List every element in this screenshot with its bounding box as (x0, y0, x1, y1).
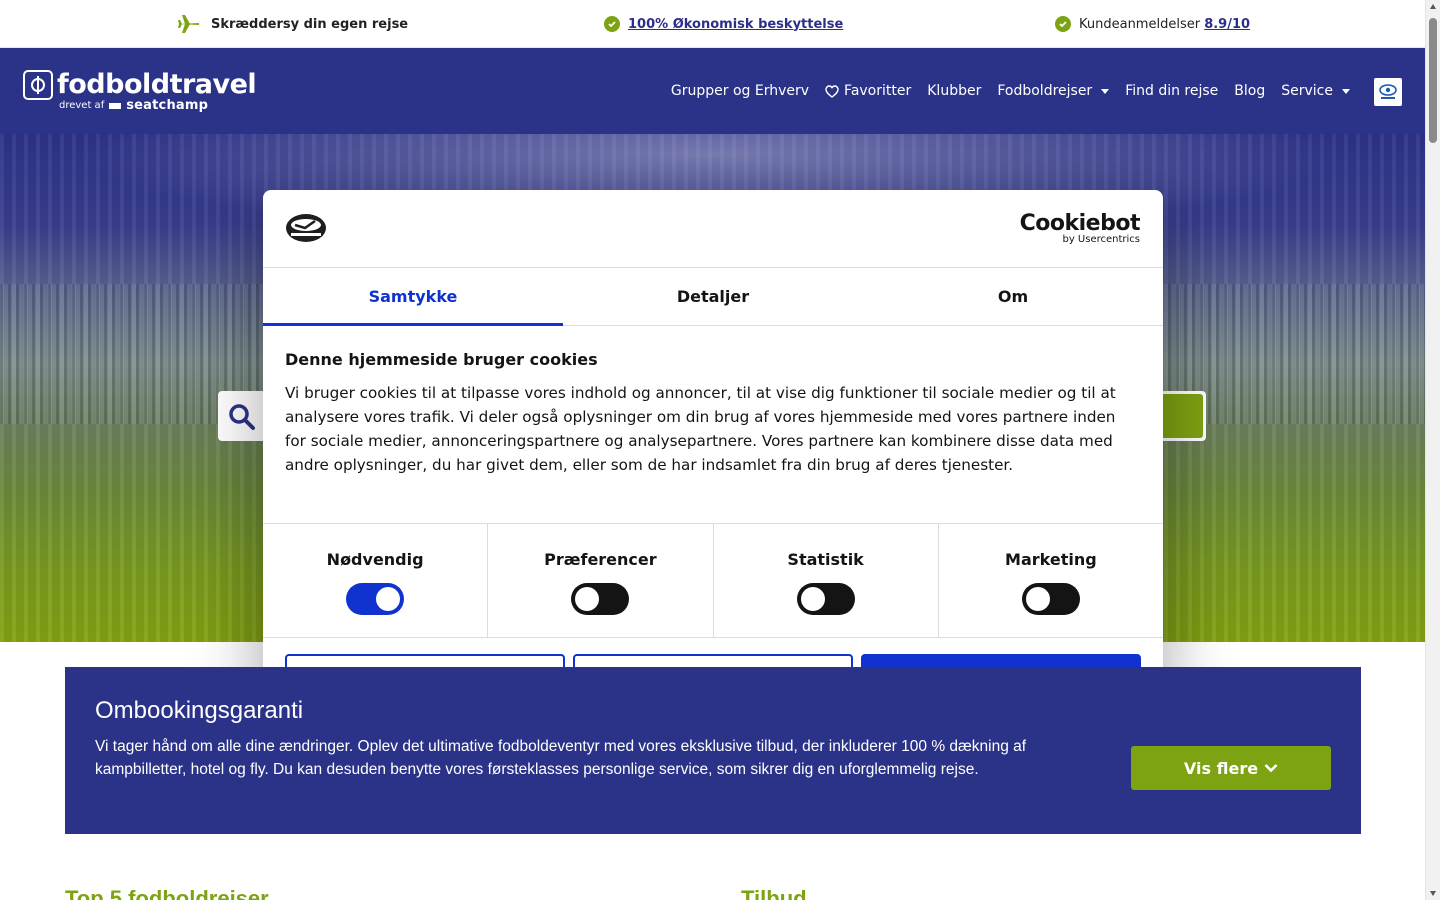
tab-details[interactable]: Detaljer (563, 268, 863, 325)
cookie-dialog-header: Cookiebot by Usercentrics (263, 190, 1163, 268)
rebooking-guarantee-panel: Ombookingsgaranti Vi tager hånd om alle … (65, 667, 1361, 834)
logo-name: fodboldtravel (57, 69, 257, 100)
cookiebot-name: Cookiebot (1019, 211, 1141, 236)
show-more-label: Vis flere (1183, 758, 1259, 778)
search-icon (228, 403, 256, 431)
cookie-site-logo-icon (286, 214, 326, 242)
airplane-icon (178, 15, 199, 33)
tab-consent[interactable]: Samtykke (263, 268, 563, 326)
e-maerket-badge[interactable] (1374, 78, 1402, 106)
rebooking-title: Ombookingsgaranti (95, 697, 304, 724)
trust-bar: Skræddersy din egen rejse 100% Økonomisk… (0, 0, 1425, 48)
cookie-tabs: Samtykke Detaljer Om (263, 268, 1163, 326)
consent-label: Præferencer (544, 550, 657, 569)
logo-field-icon (23, 69, 53, 100)
site-logo[interactable]: fodboldtravel drevet af seatchamp (23, 69, 257, 113)
nav-blog[interactable]: Blog (1234, 83, 1265, 99)
nav-trips[interactable]: Fodboldrejser (997, 83, 1110, 99)
chevron-down-icon (1342, 88, 1350, 94)
reviews-label: Kundeanmeldelser (1079, 16, 1201, 32)
cookie-heading: Denne hjemmeside bruger cookies (285, 350, 598, 369)
nav-menu: Grupper og Erhverv Favoritter Klubber Fo… (671, 48, 1350, 134)
chevron-down-icon (1101, 88, 1110, 94)
scroll-down-icon[interactable] (1430, 891, 1436, 896)
scroll-up-icon[interactable] (1430, 4, 1436, 9)
logo-sub-prefix: drevet af (59, 100, 105, 111)
section-title-top5: Top 5 fodboldrejser (65, 886, 269, 900)
chevron-down-icon (1264, 764, 1278, 773)
cookie-description: Denne hjemmeside bruger cookies Vi bruge… (263, 326, 1163, 524)
nav-favorites[interactable]: Favoritter (825, 83, 911, 99)
nav-service[interactable]: Service (1281, 83, 1350, 99)
consent-categories: Nødvendig Præferencer Statistik Marketin… (263, 524, 1163, 638)
consent-statistics: Statistik (714, 524, 939, 637)
toggle-statistics[interactable] (796, 583, 855, 615)
check-icon (1055, 16, 1071, 32)
nav-trips-label: Fodboldrejser (997, 83, 1093, 99)
nav-find[interactable]: Find din rejse (1125, 83, 1218, 99)
toggle-preferences[interactable] (571, 583, 630, 615)
main-navbar: fodboldtravel drevet af seatchamp Gruppe… (0, 48, 1425, 134)
nav-groups[interactable]: Grupper og Erhverv (671, 83, 809, 99)
check-icon (604, 16, 620, 32)
trust-text-custom: Skræddersy din egen rejse (211, 16, 409, 32)
cookie-consent-dialog: Cookiebot by Usercentrics Samtykke Detal… (263, 190, 1163, 709)
cookiebot-brand: Cookiebot by Usercentrics (1019, 211, 1141, 246)
show-more-button[interactable]: Vis flere (1131, 746, 1331, 790)
heart-icon (825, 84, 839, 98)
consent-marketing: Marketing (939, 524, 1163, 637)
consent-label: Marketing (1005, 550, 1097, 569)
nav-favorites-label: Favoritter (844, 83, 912, 99)
logo-sub-brand: seatchamp (126, 98, 209, 113)
toggle-necessary[interactable] (346, 583, 405, 615)
page-scrollbar[interactable] (1425, 0, 1440, 900)
trust-item-protection: 100% Økonomisk beskyttelse (604, 0, 843, 48)
consent-necessary: Nødvendig (263, 524, 489, 637)
consent-preferences: Præferencer (488, 524, 714, 637)
consent-label: Statistik (787, 550, 864, 569)
nav-service-label: Service (1281, 83, 1333, 99)
protection-link[interactable]: 100% Økonomisk beskyttelse (628, 17, 843, 32)
scroll-thumb[interactable] (1429, 18, 1437, 143)
trust-item-reviews: Kundeanmeldelser 8.9/10 (1055, 0, 1250, 48)
tab-about[interactable]: Om (863, 268, 1163, 325)
seatchamp-mark-icon (109, 103, 122, 109)
rebooking-text: Vi tager hånd om alle dine ændringer. Op… (95, 738, 1027, 778)
cookie-text: Vi bruger cookies til at tilpasse vores … (285, 384, 1116, 474)
toggle-marketing[interactable] (1021, 583, 1080, 615)
trust-item-custom: Skræddersy din egen rejse (177, 0, 408, 48)
reviews-score-link[interactable]: 8.9/10 (1204, 17, 1250, 32)
consent-label: Nødvendig (326, 550, 424, 569)
e-mark-icon (1379, 84, 1397, 99)
section-title-offers: Tilbud (741, 886, 807, 900)
nav-clubs[interactable]: Klubber (927, 83, 981, 99)
